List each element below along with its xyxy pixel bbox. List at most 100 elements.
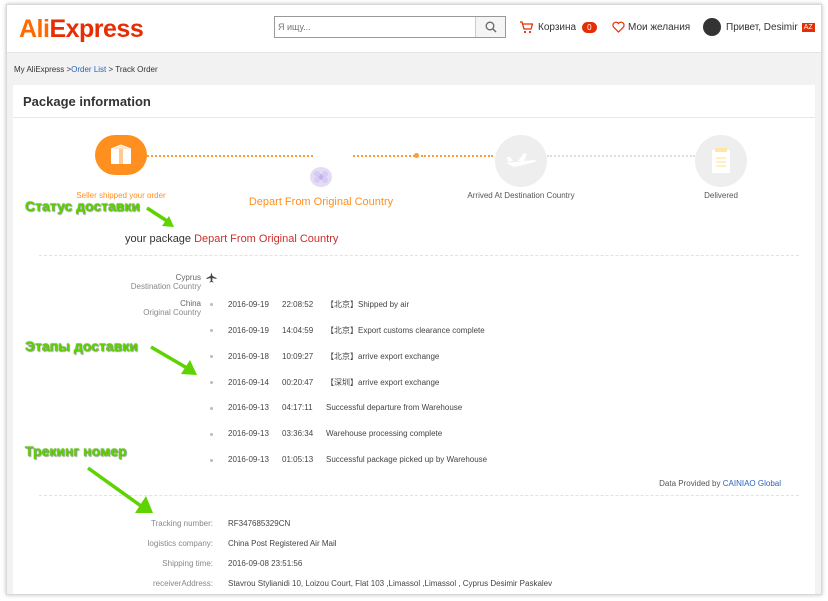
event-date: 2016-09-18: [228, 352, 269, 361]
tracking-event: 2016-09-19 14:04:59 【北京】Export customs cle…: [228, 325, 485, 336]
tracking-event: 2016-09-14 00:20:47 【深圳】arrive export exch…: [228, 377, 439, 388]
logo-express: Express: [49, 15, 144, 43]
greeting-text: Привет, Desimir: [726, 21, 798, 33]
search-button[interactable]: [475, 17, 505, 37]
tracking-event: 2016-09-13 01:05:13 Successful package pic…: [228, 455, 487, 464]
step-arrived-circle: [495, 135, 547, 187]
dashed-divider: [39, 255, 799, 256]
event-time: 22:08:52: [282, 300, 314, 309]
wishlist-label: Мои желания: [628, 21, 691, 33]
event-time: 10:09:27: [282, 352, 314, 361]
progress-line-3: [547, 155, 695, 157]
location-name: China: [180, 299, 201, 308]
timeline-dot: [210, 381, 213, 384]
status-value: Depart From Original Country: [194, 233, 339, 245]
event-time: 14:04:59: [282, 326, 314, 335]
step-depart-icon: [310, 167, 332, 187]
timeline-dot: [210, 355, 213, 358]
step-label-arrived: Arrived At Destination Country: [467, 191, 575, 200]
annotation-arrow-icon: [86, 466, 153, 513]
event-time: 04:17:11: [282, 403, 313, 412]
logo-ali: Ali: [19, 15, 50, 43]
browser-frame: AliExpress Корзина 0 Мои желания Привет,…: [6, 4, 822, 595]
receiver-address-label: receiverAddress:: [152, 579, 213, 588]
timeline-dot: [210, 459, 213, 462]
location-name: Cyprus: [175, 273, 201, 282]
event-desc: 【深圳】arrive export exchange: [326, 378, 440, 387]
tracking-event: 2016-09-13 04:17:11 Successful departure f…: [228, 403, 462, 412]
event-date: 2016-09-13: [228, 429, 269, 438]
breadcrumb-order-list[interactable]: Order List: [71, 65, 106, 74]
timeline-dot: [210, 407, 213, 410]
logistics-company-value: China Post Registered Air Mail: [228, 539, 337, 548]
event-date: 2016-09-14: [228, 378, 269, 387]
search-input[interactable]: [275, 17, 473, 37]
annotation-stages: Этапы доставки: [25, 338, 138, 354]
location-origin: China Original Country: [101, 299, 201, 317]
event-desc: Successful package picked up by Warehous…: [326, 455, 488, 464]
event-date: 2016-09-19: [228, 326, 269, 335]
heart-icon: [612, 21, 625, 33]
progress-line-2a: [353, 155, 415, 157]
event-desc: 【北京】Export customs clearance complete: [326, 326, 485, 335]
timeline-dot: [210, 303, 213, 306]
timeline-dot: [210, 329, 213, 332]
package-status: your package Depart From Original Countr…: [125, 233, 338, 245]
breadcrumb: My AliExpress >Order List > Track Order: [14, 65, 158, 74]
location-role: Destination Country: [130, 282, 201, 291]
annotation-status: Статус доставки: [25, 198, 140, 214]
data-provider: Data Provided by CAINIAO Global: [659, 479, 781, 488]
logistics-company-label: logistics company:: [147, 539, 213, 548]
flower-icon: [314, 171, 328, 183]
avatar: [703, 18, 721, 36]
event-time: 03:36:34: [282, 429, 314, 438]
cart-label: Корзина: [538, 22, 577, 33]
annotation-tracking: Трекинг номер: [25, 443, 127, 459]
shipping-time-value: 2016-09-08 23:51:56: [228, 559, 303, 568]
document-icon: [712, 148, 730, 173]
step-label-depart: Depart From Original Country: [248, 196, 394, 208]
breadcrumb-separator: >: [108, 65, 114, 74]
aliexpress-logo[interactable]: AliExpress: [19, 15, 144, 44]
cart-link[interactable]: Корзина 0: [519, 21, 597, 34]
tracking-event: 2016-09-18 10:09:27 【北京】arrive export exch…: [228, 351, 439, 362]
site-header: AliExpress Корзина 0 Мои желания Привет,…: [7, 5, 821, 53]
provider-prefix: Data Provided by: [659, 479, 721, 488]
receiver-address-value: Stavrou Stylianidi 10, Loizou Court, Fla…: [228, 579, 553, 588]
package-box-icon: [110, 144, 132, 164]
annotation-arrow-icon: [150, 345, 197, 375]
event-time: 01:05:13: [282, 455, 314, 464]
event-date: 2016-09-13: [228, 455, 269, 464]
search-icon: [485, 21, 496, 33]
status-prefix: your package: [125, 233, 192, 245]
progress-line-2b: [421, 155, 493, 157]
event-time: 00:20:47: [282, 378, 314, 387]
location-role: Original Country: [143, 308, 201, 317]
cart-icon: [520, 21, 533, 34]
event-date: 2016-09-13: [228, 403, 269, 412]
event-date: 2016-09-19: [228, 300, 269, 309]
search-box: [274, 16, 506, 38]
shipping-time-label: Shipping time:: [162, 559, 213, 568]
tracking-number-label: Tracking number:: [151, 519, 213, 528]
event-desc: 【北京】arrive export exchange: [326, 352, 440, 361]
step-delivered-circle: [695, 135, 747, 187]
progress-line-1: [147, 155, 313, 157]
tracking-event: 2016-09-19 22:08:52 【北京】Shipped by air: [228, 299, 409, 310]
timeline-dot: [210, 433, 213, 436]
airplane-icon: [506, 153, 536, 167]
progress-dot: [414, 153, 419, 158]
provider-link[interactable]: CAINIAO Global: [723, 479, 781, 488]
step-shipped-circle: [95, 135, 147, 175]
breadcrumb-root[interactable]: My AliExpress >: [14, 65, 71, 74]
breadcrumb-current: Track Order: [115, 65, 158, 74]
event-desc: 【北京】Shipped by air: [326, 300, 410, 309]
step-label-delivered: Delivered: [704, 191, 738, 200]
event-desc: Successful departure from Warehouse: [326, 403, 463, 412]
user-menu[interactable]: Привет, Desimir AZ: [703, 18, 815, 36]
divider: [13, 117, 815, 118]
wishlist-link[interactable]: Мои желания: [612, 21, 690, 33]
tracking-event: 2016-09-13 03:36:34 Warehouse processing c…: [228, 429, 442, 438]
annotation-arrow-icon: [146, 206, 174, 227]
airplane-icon: [206, 272, 217, 283]
